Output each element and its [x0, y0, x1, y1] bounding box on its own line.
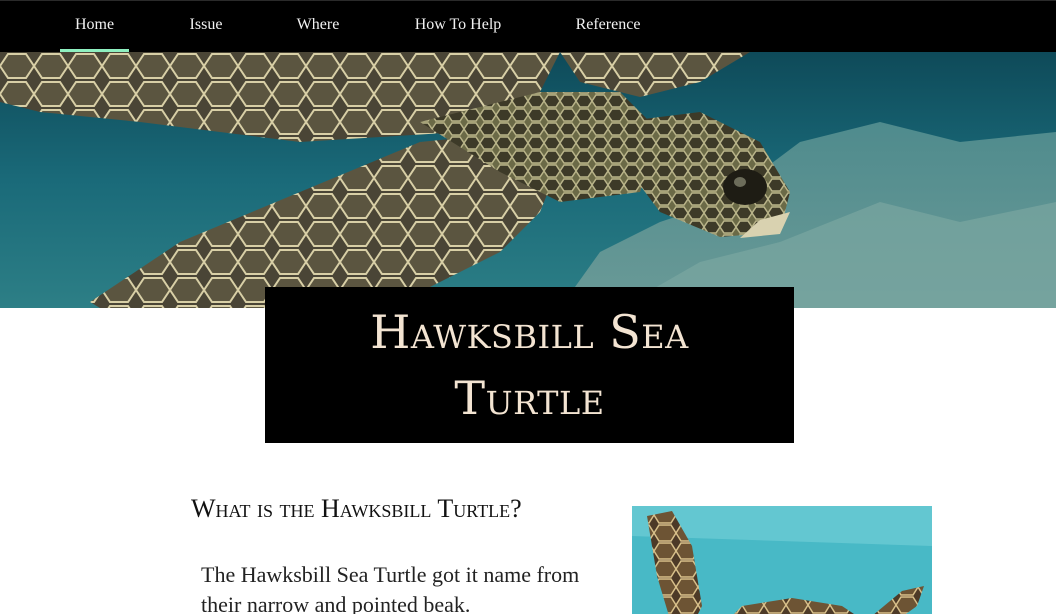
- hero-turtle-illustration: [0, 52, 1056, 308]
- side-photo: [632, 506, 932, 614]
- nav-item-how-to-help[interactable]: How To Help: [404, 1, 512, 52]
- page: Home Issue Where How To Help Reference H…: [0, 0, 1056, 614]
- title-box: Hawksbill Sea Turtle: [265, 287, 794, 443]
- nav-item-where[interactable]: Where: [288, 1, 348, 52]
- page-title: Hawksbill Sea Turtle: [370, 305, 689, 425]
- top-navbar: Home Issue Where How To Help Reference: [0, 0, 1056, 52]
- hero-image: [0, 52, 1056, 308]
- nav-item-home[interactable]: Home: [60, 1, 129, 52]
- side-turtle-illustration: [632, 506, 932, 614]
- nav-item-reference[interactable]: Reference: [565, 1, 651, 52]
- section-paragraph: The Hawksbill Sea Turtle got it name fro…: [201, 562, 580, 614]
- section-heading: What is the Hawksbill Turtle?: [191, 494, 522, 523]
- nav-item-issue[interactable]: Issue: [180, 1, 232, 52]
